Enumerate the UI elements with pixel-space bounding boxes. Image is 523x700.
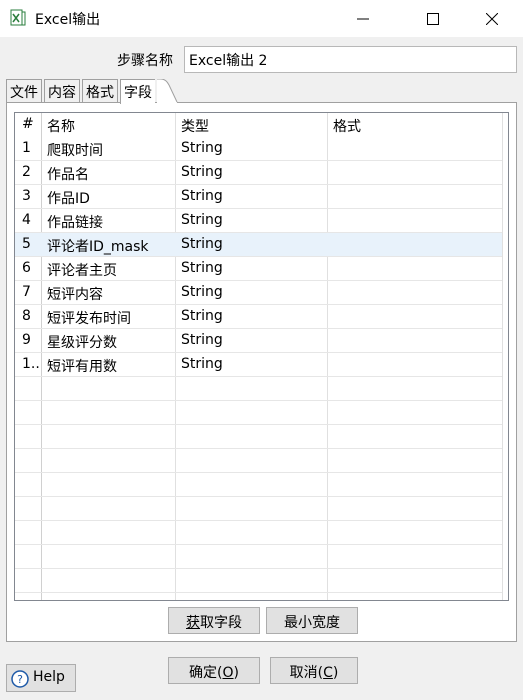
row-type-cell[interactable]: String bbox=[181, 329, 321, 353]
column-header-number[interactable]: # bbox=[22, 113, 40, 137]
row-type-cell[interactable]: String bbox=[181, 353, 321, 377]
table-row[interactable]: 1.. 短评有用数 String bbox=[15, 353, 508, 377]
table-row[interactable]: 3 作品ID String bbox=[15, 185, 508, 209]
maximize-icon bbox=[427, 13, 439, 25]
table-row[interactable]: 5 评论者ID_mask String bbox=[15, 233, 508, 257]
ok-button[interactable]: 确定(O) bbox=[168, 657, 260, 684]
row-name-cell[interactable]: 星级评分数 bbox=[47, 329, 172, 353]
row-name-cell[interactable]: 爬取时间 bbox=[47, 137, 172, 161]
row-type-cell[interactable]: String bbox=[181, 137, 321, 161]
row-name-cell[interactable]: 评论者主页 bbox=[47, 257, 172, 281]
tab-file[interactable]: 文件 bbox=[6, 79, 42, 103]
min-width-button[interactable]: 最小宽度 bbox=[266, 607, 358, 634]
cancel-label-pre: 取消( bbox=[289, 665, 324, 681]
row-number-cell[interactable]: 1.. bbox=[22, 353, 40, 377]
tab-format[interactable]: 格式 bbox=[82, 79, 118, 103]
empty-table-row[interactable] bbox=[15, 377, 508, 401]
row-format-cell[interactable] bbox=[333, 353, 493, 377]
empty-table-row[interactable] bbox=[15, 545, 508, 569]
table-row[interactable]: 9 星级评分数 String bbox=[15, 329, 508, 353]
step-name-label: 步骤名称 bbox=[117, 53, 173, 69]
table-row[interactable]: 6 评论者主页 String bbox=[15, 257, 508, 281]
row-number-cell[interactable]: 1 bbox=[22, 137, 40, 161]
row-number-cell[interactable]: 7 bbox=[22, 281, 40, 305]
empty-table-row[interactable] bbox=[15, 401, 508, 425]
row-type-cell[interactable]: String bbox=[181, 233, 321, 257]
get-fields-mnemonic: 获 bbox=[186, 615, 200, 631]
svg-text:?: ? bbox=[17, 673, 23, 686]
cancel-mnemonic: C bbox=[323, 665, 333, 681]
row-number-cell[interactable]: 5 bbox=[22, 233, 40, 257]
row-number-cell[interactable]: 6 bbox=[22, 257, 40, 281]
ok-label-pre: 确定( bbox=[189, 665, 223, 681]
row-format-cell[interactable] bbox=[333, 161, 493, 185]
row-name-cell[interactable]: 短评有用数 bbox=[47, 353, 172, 377]
tab-fields-wedge bbox=[157, 79, 178, 104]
row-type-cell[interactable]: String bbox=[181, 209, 321, 233]
row-number-cell[interactable]: 3 bbox=[22, 185, 40, 209]
column-header-name[interactable]: 名称 bbox=[47, 113, 172, 137]
tab-fields[interactable]: 字段 bbox=[120, 79, 155, 104]
row-format-cell[interactable] bbox=[333, 233, 493, 257]
help-button[interactable]: ? Help bbox=[6, 664, 76, 692]
row-type-cell[interactable]: String bbox=[181, 281, 321, 305]
row-name-cell[interactable]: 作品名 bbox=[47, 161, 172, 185]
row-name-cell[interactable]: 作品ID bbox=[47, 185, 172, 209]
help-label: Help bbox=[33, 669, 65, 685]
table-row[interactable]: 2 作品名 String bbox=[15, 161, 508, 185]
tab-content[interactable]: 内容 bbox=[44, 79, 80, 103]
row-number-cell[interactable]: 4 bbox=[22, 209, 40, 233]
ok-label-post: ) bbox=[233, 665, 239, 681]
row-format-cell[interactable] bbox=[333, 137, 493, 161]
empty-table-row[interactable] bbox=[15, 569, 508, 593]
get-fields-button[interactable]: 获取字段 bbox=[168, 607, 260, 634]
row-name-cell[interactable]: 作品链接 bbox=[47, 209, 172, 233]
step-name-input[interactable] bbox=[184, 46, 517, 73]
table-row[interactable]: 8 短评发布时间 String bbox=[15, 305, 508, 329]
row-type-cell[interactable]: String bbox=[181, 257, 321, 281]
row-format-cell[interactable] bbox=[333, 329, 493, 353]
column-header-type[interactable]: 类型 bbox=[181, 113, 321, 137]
row-format-cell[interactable] bbox=[333, 257, 493, 281]
table-row[interactable]: 4 作品链接 String bbox=[15, 209, 508, 233]
row-format-cell[interactable] bbox=[333, 305, 493, 329]
table-scrollbar[interactable] bbox=[502, 113, 508, 600]
row-name-cell[interactable]: 评论者ID_mask bbox=[47, 233, 172, 257]
close-icon bbox=[486, 13, 498, 25]
row-format-cell[interactable] bbox=[333, 185, 493, 209]
minimize-icon bbox=[357, 18, 369, 20]
fields-table[interactable]: # 名称 类型 格式 1 爬取时间 String 2 作品名 String 3 作品ID Str… bbox=[14, 112, 509, 601]
row-number-cell[interactable]: 8 bbox=[22, 305, 40, 329]
row-format-cell[interactable] bbox=[333, 209, 493, 233]
minimize-button[interactable] bbox=[340, 0, 386, 38]
ok-mnemonic: O bbox=[222, 665, 234, 681]
help-icon: ? bbox=[11, 670, 29, 688]
empty-table-row[interactable] bbox=[15, 497, 508, 521]
empty-table-row[interactable] bbox=[15, 425, 508, 449]
close-button[interactable] bbox=[469, 0, 515, 38]
row-number-cell[interactable]: 2 bbox=[22, 161, 40, 185]
table-row[interactable]: 7 短评内容 String bbox=[15, 281, 508, 305]
excel-app-icon bbox=[10, 9, 26, 26]
row-number-cell[interactable]: 9 bbox=[22, 329, 40, 353]
table-header: # 名称 类型 格式 bbox=[15, 113, 508, 137]
empty-table-row[interactable] bbox=[15, 473, 508, 497]
window-title: Excel输出 bbox=[35, 12, 101, 28]
cancel-button[interactable]: 取消(C) bbox=[270, 657, 358, 684]
row-type-cell[interactable]: String bbox=[181, 305, 321, 329]
empty-table-row[interactable] bbox=[15, 521, 508, 545]
column-header-format[interactable]: 格式 bbox=[333, 113, 493, 137]
row-type-cell[interactable]: String bbox=[181, 185, 321, 209]
row-name-cell[interactable]: 短评内容 bbox=[47, 281, 172, 305]
title-bar: Excel输出 bbox=[0, 0, 523, 38]
row-name-cell[interactable]: 短评发布时间 bbox=[47, 305, 172, 329]
row-format-cell[interactable] bbox=[333, 281, 493, 305]
maximize-button[interactable] bbox=[410, 0, 456, 38]
table-row[interactable]: 1 爬取时间 String bbox=[15, 137, 508, 161]
empty-table-row[interactable] bbox=[15, 449, 508, 473]
cancel-label-post: ) bbox=[332, 665, 339, 681]
row-type-cell[interactable]: String bbox=[181, 161, 321, 185]
get-fields-label-post: 取字段 bbox=[200, 615, 242, 631]
